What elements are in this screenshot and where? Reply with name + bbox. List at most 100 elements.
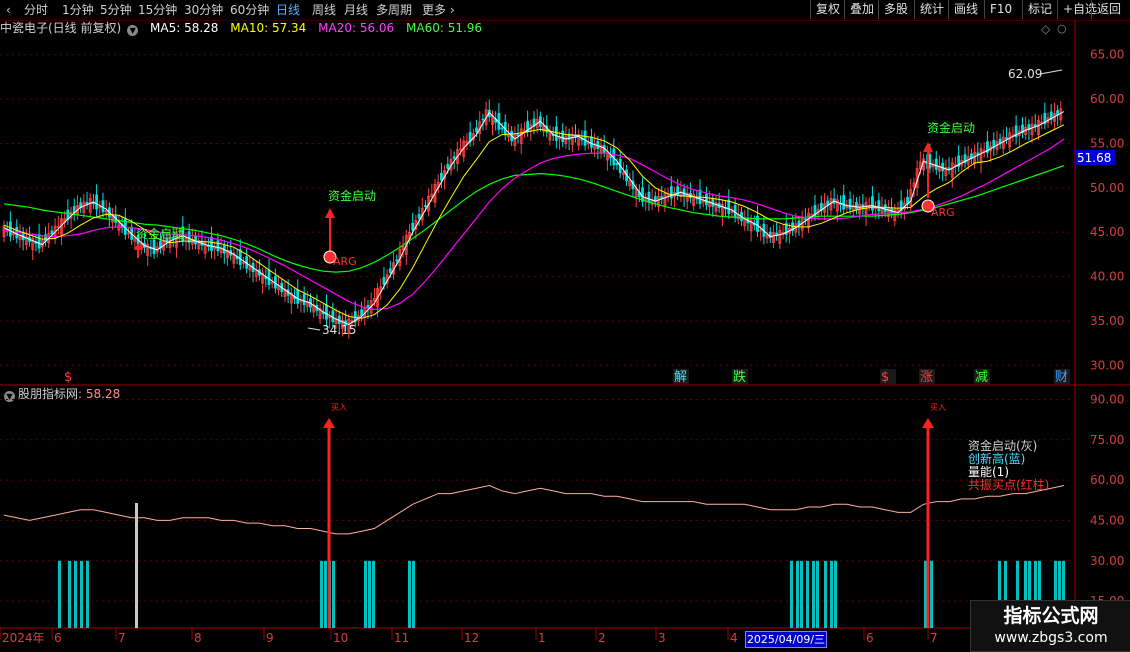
period-tab[interactable]: 5分钟: [100, 2, 132, 18]
resonance-bar: [332, 560, 335, 628]
candle-body: [459, 148, 462, 151]
toolbar-button[interactable]: 画线: [948, 0, 983, 19]
period-tab[interactable]: 60分钟: [230, 2, 269, 18]
candle-body: [1021, 124, 1024, 134]
price-axis-label: 45.00: [1090, 225, 1124, 239]
candle-body: [653, 196, 657, 203]
date-label: 3: [658, 631, 666, 645]
chevron-down-icon[interactable]: ▼: [4, 391, 15, 402]
candle-body: [328, 316, 332, 319]
period-tab[interactable]: 周线: [312, 2, 336, 18]
candle-body: [596, 140, 600, 149]
toolbar-button[interactable]: 多股: [878, 0, 913, 19]
watermark-title: 指标公式网: [1003, 605, 1099, 627]
arg-marker: [921, 199, 935, 213]
candle-body: [909, 188, 913, 206]
event-mark: 解: [674, 370, 687, 385]
period-tab[interactable]: 更多 ›: [422, 2, 455, 18]
date-label: 4: [730, 631, 738, 645]
sub-chart-legend: ▼ 股朋指标网: 58.28: [0, 386, 120, 402]
candle-body: [443, 169, 447, 180]
candle-body: [960, 160, 964, 166]
candle-body: [682, 188, 686, 197]
candle-body: [47, 233, 51, 244]
period-tab[interactable]: 30分钟: [184, 2, 223, 18]
period-tab[interactable]: 日线: [276, 2, 300, 18]
resonance-bar: [408, 560, 411, 628]
toolbar-button[interactable]: 统计: [914, 0, 949, 19]
candle-body: [717, 202, 721, 208]
diamond-icon[interactable]: ◇: [1041, 22, 1050, 36]
candle-body: [200, 240, 204, 246]
resonance-bar: [800, 560, 803, 628]
candle-body: [21, 231, 25, 241]
candle-body: [915, 168, 919, 189]
candle-body: [666, 195, 670, 198]
period-tab[interactable]: 月线: [344, 2, 368, 18]
candle-body: [871, 196, 874, 211]
circle-icon[interactable]: ○: [1057, 22, 1067, 35]
candle-body: [529, 124, 533, 131]
candle-body: [398, 249, 402, 266]
candle-body: [886, 207, 890, 218]
legend-volume: 量能(1): [968, 465, 1009, 479]
period-tab[interactable]: 1分钟: [62, 2, 94, 18]
candle-body: [401, 245, 405, 251]
candle-body: [762, 223, 766, 237]
candle-body: [714, 202, 718, 212]
toolbar-button[interactable]: 标记: [1022, 0, 1057, 19]
resonance-bar: [830, 560, 833, 628]
candle-body: [382, 277, 386, 285]
candle-body: [136, 234, 140, 245]
candle-body: [593, 143, 597, 150]
candle-body: [657, 195, 660, 208]
candle-body: [1001, 136, 1005, 149]
resonance-bar: [790, 560, 793, 628]
candle-body: [222, 244, 226, 254]
candle-body: [420, 207, 424, 221]
candle-body: [832, 198, 836, 204]
candle-body: [178, 235, 182, 238]
candle-body: [957, 155, 961, 167]
candle-body: [928, 154, 932, 169]
candle-body: [232, 252, 236, 264]
date-label: 8: [194, 631, 202, 645]
period-tab[interactable]: 分时: [24, 2, 48, 18]
candle-body: [315, 304, 319, 312]
candle-body: [76, 205, 79, 216]
candle-body: [258, 269, 261, 276]
candle-body: [542, 124, 545, 132]
candle-body: [264, 276, 268, 280]
stock-chart[interactable]: 30.00 35.00 40.00 45.00 50.00 55.00 60.00 65.00…: [0, 0, 1130, 650]
candle-body: [548, 130, 552, 141]
chevron-down-icon[interactable]: ▼: [127, 25, 139, 36]
signal-arrow-head: [923, 142, 933, 152]
candle-body: [305, 300, 309, 307]
candle-body: [673, 192, 676, 198]
candle-body: [478, 121, 482, 134]
toolbar-button[interactable]: 返回: [1091, 0, 1126, 19]
candle-body: [698, 189, 702, 204]
candle-body: [280, 282, 284, 293]
indicator-value: : 58.28: [78, 387, 121, 401]
period-tab[interactable]: 多周期: [376, 2, 412, 18]
candle-body: [797, 220, 801, 226]
candle-body: [356, 315, 360, 322]
event-mark-bg: [673, 369, 689, 384]
toolbar-button[interactable]: 叠加: [844, 0, 879, 19]
candle-body: [586, 142, 590, 145]
toolbar-button[interactable]: F10: [984, 0, 1017, 19]
candle-body: [1056, 110, 1060, 116]
candle-body: [829, 198, 833, 211]
candle-body: [835, 199, 839, 212]
candle-body: [159, 240, 162, 249]
candle-body: [954, 164, 957, 167]
toolbar-button[interactable]: 复权: [810, 0, 845, 19]
candle-body: [60, 218, 63, 235]
chevron-left-icon[interactable]: ‹: [6, 2, 11, 18]
high-label: 62.09: [1008, 67, 1042, 81]
candle-body: [299, 299, 303, 303]
candle-body: [1037, 119, 1040, 135]
period-tab[interactable]: 15分钟: [138, 2, 177, 18]
candle-body: [823, 203, 826, 213]
